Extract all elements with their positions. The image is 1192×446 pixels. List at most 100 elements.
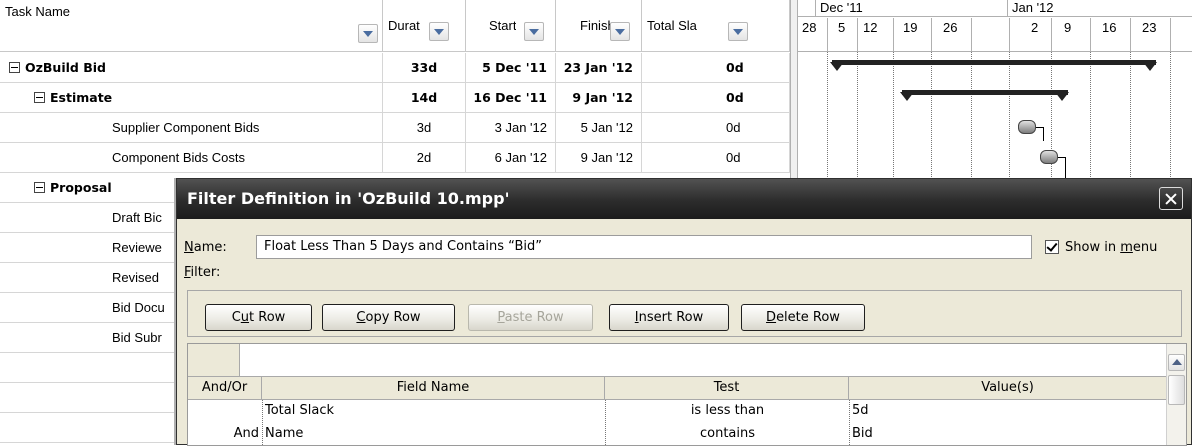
- start-cell[interactable]: 16 Dec '11: [466, 83, 556, 112]
- chevron-down-icon[interactable]: [610, 22, 630, 41]
- day-divider: [971, 18, 972, 52]
- table-row[interactable]: Component Bids Costs 2d 6 Jan '12 9 Jan …: [0, 143, 790, 173]
- edit-bar-corner: [188, 344, 240, 377]
- day-divider: [1051, 18, 1052, 52]
- value-cell[interactable]: Bid: [852, 422, 1152, 445]
- value-cell[interactable]: 5d: [852, 399, 1152, 422]
- duration-cell[interactable]: 14d: [383, 83, 466, 112]
- duration-cell[interactable]: 2d: [383, 143, 466, 172]
- day-label: 2: [1031, 20, 1039, 35]
- grid-row-divider: [849, 400, 850, 445]
- task-name-cell[interactable]: Proposal: [0, 173, 176, 202]
- dialog-titlebar[interactable]: Filter Definition in 'OzBuild 10.mpp': [177, 179, 1191, 219]
- gantt-task-bar[interactable]: [1018, 120, 1036, 134]
- gantt-summary-bar[interactable]: [902, 90, 1068, 95]
- edit-bar[interactable]: [240, 344, 1167, 377]
- gantt-summary-cap: [830, 62, 844, 71]
- duration-cell[interactable]: 3d: [383, 113, 466, 142]
- filter-toolbar: Cut Row Copy Row Paste Row Insert Row De…: [187, 290, 1182, 337]
- table-row[interactable]: OzBuild Bid 33d 5 Dec '11 23 Jan '12 0d: [0, 53, 790, 83]
- task-name-cell[interactable]: Reviewe: [0, 233, 176, 262]
- gantt-summary-cap: [1143, 62, 1157, 71]
- finish-cell[interactable]: 23 Jan '12: [556, 53, 642, 82]
- task-name-cell[interactable]: OzBuild Bid: [0, 53, 383, 82]
- column-header-label: Total Sla: [647, 18, 697, 33]
- gantt-task-bar[interactable]: [1040, 150, 1058, 164]
- chevron-down-icon[interactable]: [358, 24, 378, 43]
- slack-cell[interactable]: 0d: [642, 83, 790, 112]
- delete-row-button[interactable]: Delete Row: [741, 304, 865, 331]
- day-label: 23: [1142, 20, 1157, 35]
- copy-row-button[interactable]: Copy Row: [322, 304, 455, 331]
- column-header-label: Durat: [388, 18, 420, 33]
- month-divider: [815, 0, 816, 17]
- day-label: 28: [802, 20, 817, 35]
- field-name-cell[interactable]: Name: [265, 422, 603, 445]
- scroll-up-arrow-icon[interactable]: [1168, 354, 1185, 371]
- slack-cell[interactable]: 0d: [642, 143, 790, 172]
- column-header-total-slack[interactable]: Total Sla: [642, 0, 790, 52]
- dialog-title: Filter Definition in 'OzBuild 10.mpp': [187, 189, 510, 208]
- test-cell[interactable]: contains: [606, 422, 849, 445]
- collapse-icon[interactable]: [34, 182, 45, 193]
- task-name-cell[interactable]: Bid Docu: [0, 293, 176, 322]
- finish-cell[interactable]: 9 Jan '12: [556, 143, 642, 172]
- month-label: Jan '12: [1012, 0, 1054, 15]
- day-divider: [893, 18, 894, 52]
- task-name-cell[interactable]: Revised: [0, 263, 176, 292]
- show-in-menu-label[interactable]: Show in menu: [1065, 240, 1157, 255]
- start-cell[interactable]: 3 Jan '12: [466, 113, 556, 142]
- month-label: Dec '11: [820, 0, 863, 15]
- day-label: 9: [1064, 20, 1072, 35]
- task-name-cell[interactable]: Supplier Component Bids: [0, 113, 383, 142]
- column-header-start[interactable]: Start: [466, 0, 556, 52]
- slack-cell[interactable]: 0d: [642, 53, 790, 82]
- finish-cell[interactable]: 5 Jan '12: [556, 113, 642, 142]
- gantt-summary-bar[interactable]: [832, 60, 1156, 65]
- close-icon[interactable]: [1159, 187, 1183, 210]
- chevron-down-icon[interactable]: [524, 22, 544, 41]
- and-or-cell[interactable]: [188, 399, 261, 422]
- insert-row-button[interactable]: Insert Row: [609, 304, 729, 331]
- duration-cell[interactable]: 33d: [383, 53, 466, 82]
- table-row[interactable]: Supplier Component Bids 3d 3 Jan '12 5 J…: [0, 113, 790, 143]
- filter-criteria-grid[interactable]: And/Or Field Name Test Value(s) Total Sl…: [187, 343, 1187, 446]
- start-cell[interactable]: 6 Jan '12: [466, 143, 556, 172]
- column-header-task-name[interactable]: Task Name: [0, 0, 383, 52]
- task-name-cell[interactable]: Draft Bic: [0, 203, 176, 232]
- column-header-duration[interactable]: Durat: [383, 0, 466, 52]
- field-name-cell[interactable]: Total Slack: [265, 399, 603, 422]
- chevron-down-icon[interactable]: [429, 22, 449, 41]
- dependency-link: [1065, 157, 1066, 178]
- task-name: Proposal: [50, 180, 112, 195]
- gantt-timescale: Dec '11 Jan '12 28 5 12 19 26 2 9 16 23: [798, 0, 1192, 52]
- day-divider: [1170, 18, 1171, 52]
- vertical-scrollbar[interactable]: [1166, 344, 1186, 445]
- grid-header-values: Value(s): [849, 377, 1167, 400]
- table-row[interactable]: Estimate 14d 16 Dec '11 9 Jan '12 0d: [0, 83, 790, 113]
- task-name-cell[interactable]: Estimate: [0, 83, 383, 112]
- task-name: Estimate: [50, 90, 113, 105]
- column-header-label: Start: [489, 18, 517, 33]
- day-divider: [1090, 18, 1091, 52]
- show-in-menu-checkbox[interactable]: [1045, 240, 1059, 254]
- finish-cell[interactable]: 9 Jan '12: [556, 83, 642, 112]
- and-or-cell[interactable]: And: [188, 422, 261, 445]
- slack-cell[interactable]: 0d: [642, 113, 790, 142]
- grid-header-field-name: Field Name: [262, 377, 605, 400]
- scrollbar-thumb[interactable]: [1168, 375, 1185, 405]
- collapse-icon[interactable]: [34, 92, 45, 103]
- paste-row-button[interactable]: Paste Row: [468, 304, 593, 331]
- column-header-finish[interactable]: Finish: [556, 0, 642, 52]
- cut-row-button[interactable]: Cut Row: [205, 304, 312, 331]
- task-name-cell[interactable]: Bid Subr: [0, 323, 176, 352]
- name-label: Name:: [184, 240, 227, 255]
- filter-name-input[interactable]: Float Less Than 5 Days and Contains “Bid…: [256, 235, 1032, 259]
- task-name-cell[interactable]: Component Bids Costs: [0, 143, 383, 172]
- day-divider: [1130, 18, 1131, 52]
- chevron-down-icon[interactable]: [728, 22, 748, 41]
- start-cell[interactable]: 5 Dec '11: [466, 53, 556, 82]
- test-cell[interactable]: is less than: [606, 399, 849, 422]
- collapse-icon[interactable]: [9, 62, 20, 73]
- filter-definition-dialog: Filter Definition in 'OzBuild 10.mpp' Na…: [176, 178, 1192, 446]
